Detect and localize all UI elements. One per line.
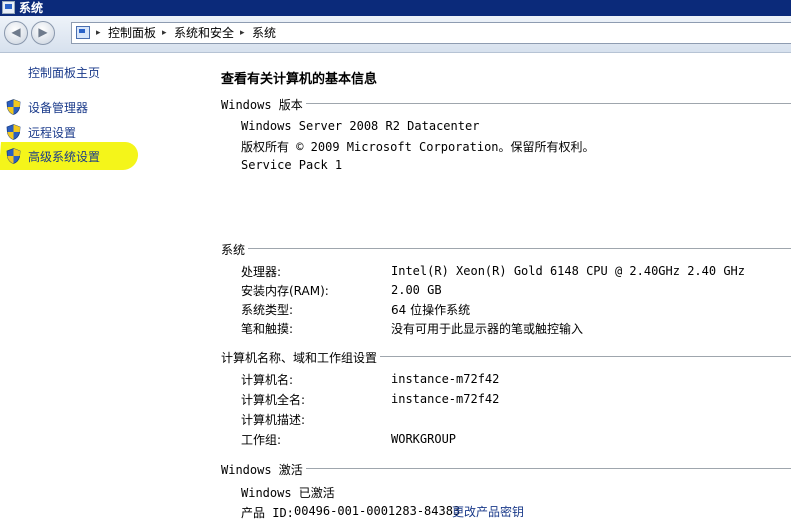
breadcrumb-system[interactable]: 系统 [252,25,276,41]
full-computer-name-value: instance-m72f42 [391,392,500,406]
system-type-label: 系统类型: [241,303,294,317]
shield-icon [6,99,21,115]
control-panel-icon [76,26,90,39]
breadcrumb-control-panel[interactable]: 控制面板 [108,25,156,41]
processor-label: 处理器: [241,265,282,279]
arrow-left-icon: ◀ [11,25,21,39]
computer-description-label: 计算机描述: [241,413,306,427]
product-id-label: 产品 ID: [241,506,294,520]
shield-icon [6,124,21,140]
section-computer-name: 计算机名称、域和工作组设置 [221,349,791,366]
full-computer-name-label: 计算机全名: [241,393,306,407]
shield-icon [6,148,21,164]
memory-value: 2.00 GB [391,283,442,297]
window-title: 系统 [19,1,44,15]
computer-name-value: instance-m72f42 [391,372,500,386]
title-bar[interactable]: 系统 [0,0,791,16]
breadcrumb-system-security[interactable]: 系统和安全 [174,25,234,41]
section-divider [221,248,791,249]
change-product-key-link[interactable]: 更改产品密钥 [452,503,524,520]
copyright-text: 版权所有 © 2009 Microsoft Corporation。保留所有权利… [241,140,595,154]
page-title: 查看有关计算机的基本信息 [221,72,378,87]
section-title: Windows 版本 [221,96,306,113]
breadcrumb-chevron-icon[interactable]: ▸ [96,25,101,42]
section-divider [221,468,791,469]
back-button[interactable]: ◀ [4,21,28,45]
arrow-right-icon: ▶ [38,25,48,39]
breadcrumb-chevron-icon[interactable]: ▸ [162,25,167,42]
pen-touch-value: 没有可用于此显示器的笔或触控输入 [391,322,584,336]
workgroup-label: 工作组: [241,433,282,447]
sidebar-item-label: 远程设置 [28,126,77,140]
processor-value: Intel(R) Xeon(R) Gold 6148 CPU @ 2.40GHz… [391,264,746,278]
workgroup-value: WORKGROUP [391,432,457,446]
control-panel-home-link[interactable]: 控制面板主页 [28,64,100,81]
section-title: 计算机名称、域和工作组设置 [221,349,381,366]
sidebar-item-label: 高级系统设置 [28,150,101,164]
pen-touch-label: 笔和触摸: [241,322,294,336]
system-type-value: 64 位操作系统 [391,303,471,317]
product-id-value: 00496-001-0001283-84383 [294,504,461,518]
section-windows-edition: Windows 版本 [221,96,791,113]
computer-name-label: 计算机名: [241,373,294,387]
breadcrumb-chevron-icon[interactable]: ▸ [240,25,245,42]
section-title: 系统 [221,241,249,258]
os-edition: Windows Server 2008 R2 Datacenter [241,119,480,133]
memory-label: 安装内存(RAM): [241,284,329,298]
address-bar[interactable]: ▸ 控制面板 ▸ 系统和安全 ▸ 系统 [71,22,791,44]
section-system: 系统 [221,241,791,258]
service-pack: Service Pack 1 [241,158,343,172]
activation-status: Windows 已激活 [241,486,335,500]
section-title: Windows 激活 [221,461,306,478]
section-windows-activation: Windows 激活 [221,461,791,478]
sidebar-item-label: 设备管理器 [28,101,89,115]
section-divider [221,103,791,104]
navigation-bar: ◀ ▶ ▸ 控制面板 ▸ 系统和安全 ▸ 系统 [0,16,791,53]
forward-button[interactable]: ▶ [31,21,55,45]
system-window-icon [2,1,15,14]
